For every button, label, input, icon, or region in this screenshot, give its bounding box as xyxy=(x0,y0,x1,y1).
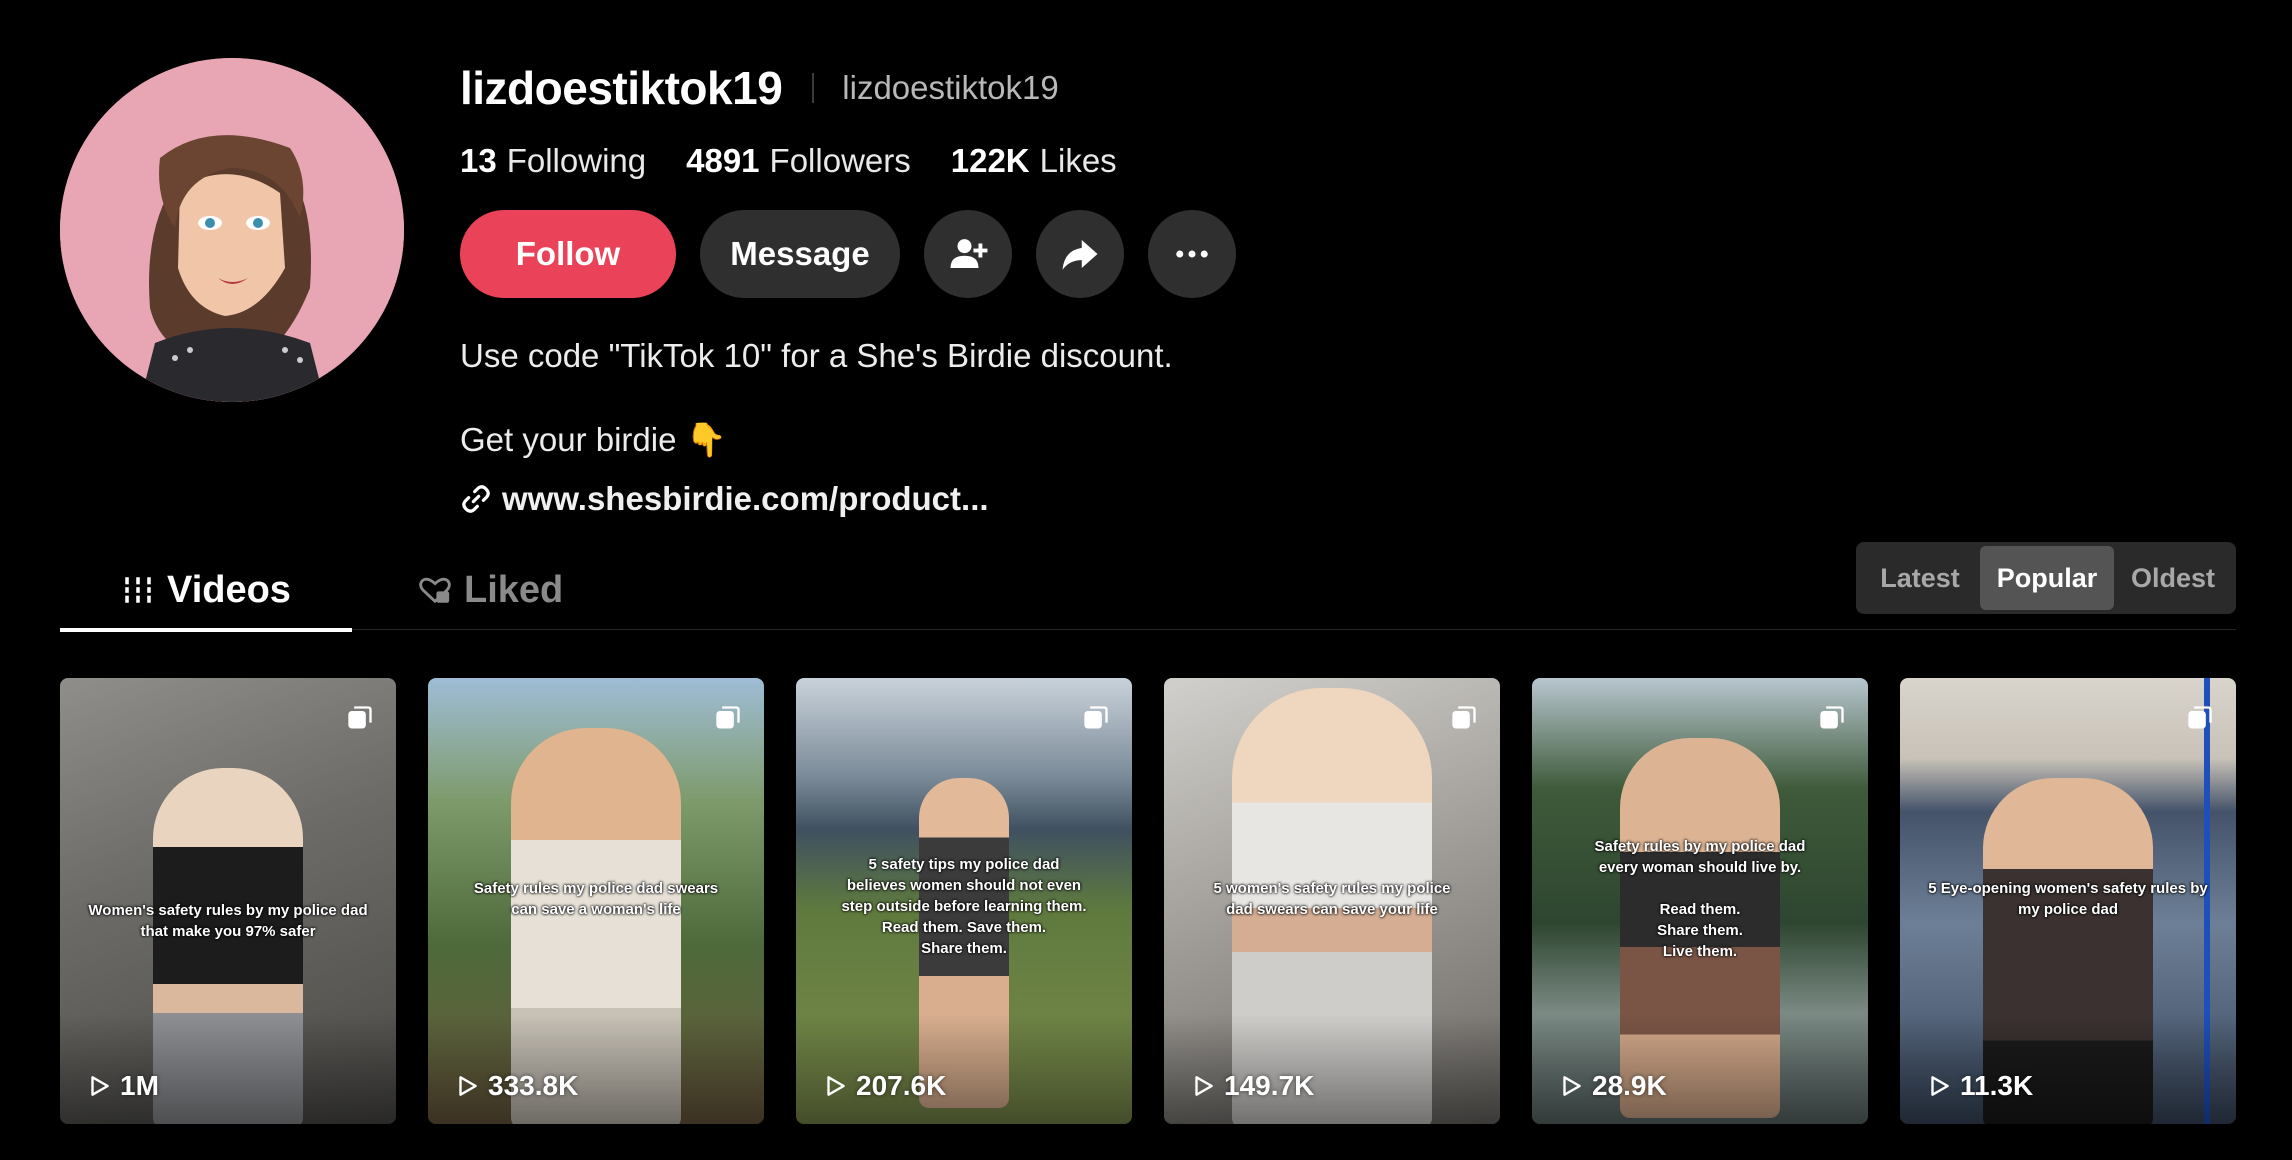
sort-control: Latest Popular Oldest xyxy=(1856,542,2236,614)
username: lizdoestiktok19 xyxy=(460,62,783,114)
grid-lines-icon xyxy=(122,577,154,603)
thumbnail-shade xyxy=(1164,1014,1500,1124)
more-button[interactable] xyxy=(1148,210,1236,298)
tab-liked-label: Liked xyxy=(464,568,564,611)
tab-videos[interactable]: Videos xyxy=(60,550,352,632)
sort-popular[interactable]: Popular xyxy=(1980,546,2114,610)
multi-photo-icon xyxy=(716,706,740,729)
likes-label: Likes xyxy=(1039,142,1117,179)
thumbnail-shade xyxy=(1532,1014,1868,1124)
multi-photo-icon xyxy=(1084,706,1108,729)
avatar-illustration xyxy=(60,58,404,402)
view-count-text: 1M xyxy=(120,1070,159,1101)
add-person-icon xyxy=(950,239,988,268)
followers-label: Followers xyxy=(769,142,911,179)
profile-stats: 13 Following 4891 Followers 122K Likes xyxy=(460,142,2160,180)
view-count-text: 149.7K xyxy=(1224,1070,1315,1101)
followers-count: 4891 xyxy=(686,142,760,179)
video-card[interactable]: Safety rules by my police dad every woma… xyxy=(1532,678,1868,1124)
add-friend-button[interactable] xyxy=(924,210,1012,298)
play-outline-icon xyxy=(91,1076,109,1096)
view-count: 28.9K xyxy=(1558,1070,1667,1102)
play-outline-icon xyxy=(1931,1076,1949,1096)
video-card[interactable]: 5 safety tips my police dad believes wom… xyxy=(796,678,1132,1124)
multi-photo-icon xyxy=(348,706,372,729)
bio-line-2: Get your birdie 👇 xyxy=(460,421,727,458)
share-arrow-icon xyxy=(1062,240,1098,270)
link-icon xyxy=(462,485,490,513)
view-count: 1M xyxy=(86,1070,159,1102)
followers-stat[interactable]: 4891 Followers xyxy=(686,142,911,180)
view-count-text: 11.3K xyxy=(1960,1070,2034,1101)
video-card[interactable]: Safety rules my police dad swears can sa… xyxy=(428,678,764,1124)
view-count: 333.8K xyxy=(454,1070,578,1102)
tab-liked[interactable]: Liked xyxy=(418,550,563,630)
play-outline-icon xyxy=(1195,1076,1213,1096)
thumbnail-shade xyxy=(60,1014,396,1124)
name-row: lizdoestiktok19 lizdoestiktok19 xyxy=(460,56,2160,120)
video-caption: 5 safety tips my police dad believes wom… xyxy=(841,856,1087,957)
profile-info: lizdoestiktok19 lizdoestiktok19 13 Follow… xyxy=(460,56,2160,518)
name-divider xyxy=(812,73,815,103)
bio-link-text: www.shesbirdie.com/product... xyxy=(502,480,989,517)
following-label: Following xyxy=(506,142,647,179)
video-caption: Women's safety rules by my police dad th… xyxy=(88,902,368,940)
sort-latest[interactable]: Latest xyxy=(1860,546,1980,610)
view-count: 149.7K xyxy=(1190,1070,1314,1102)
heart-lock-icon xyxy=(419,577,451,604)
video-card[interactable]: 5 women's safety rules my police dad swe… xyxy=(1164,678,1500,1124)
tab-videos-label: Videos xyxy=(167,568,291,611)
profile-avatar[interactable] xyxy=(60,58,404,402)
video-caption: Safety rules by my police dad every woma… xyxy=(1594,838,1806,960)
likes-count: 122K xyxy=(950,142,1030,179)
view-count: 207.6K xyxy=(822,1070,946,1102)
following-stat[interactable]: 13 Following xyxy=(460,142,646,180)
bio-link[interactable]: www.shesbirdie.com/product... xyxy=(460,480,2160,518)
video-caption: 5 Eye-opening women's safety rules by my… xyxy=(1928,880,2208,918)
follow-button[interactable]: Follow xyxy=(460,210,676,298)
profile-bio: Use code "TikTok 10" for a She's Birdie … xyxy=(460,334,2160,462)
likes-stat: 122K Likes xyxy=(951,142,1117,180)
bio-line-1: Use code "TikTok 10" for a She's Birdie … xyxy=(460,337,1173,374)
sort-oldest[interactable]: Oldest xyxy=(2114,546,2232,610)
play-outline-icon xyxy=(459,1076,477,1096)
video-grid: Women's safety rules by my police dad th… xyxy=(60,678,2236,1124)
profile-actions: Follow Message xyxy=(460,210,2160,298)
view-count: 11.3K xyxy=(1926,1070,2033,1102)
share-button[interactable] xyxy=(1036,210,1124,298)
thumbnail-shade xyxy=(796,1014,1132,1124)
view-count-text: 333.8K xyxy=(488,1070,579,1101)
video-caption: Safety rules my police dad swears can sa… xyxy=(473,880,719,918)
multi-photo-icon xyxy=(1452,706,1476,729)
thumbnail-shade xyxy=(1900,1014,2236,1124)
view-count-text: 207.6K xyxy=(856,1070,947,1101)
following-count: 13 xyxy=(460,142,497,179)
play-outline-icon xyxy=(827,1076,845,1096)
nickname: lizdoestiktok19 xyxy=(842,69,1059,106)
video-caption: 5 women's safety rules my police dad swe… xyxy=(1213,880,1451,918)
more-dots-icon xyxy=(1176,250,1208,258)
play-outline-icon xyxy=(1563,1076,1581,1096)
video-card[interactable]: 5 Eye-opening women's safety rules by my… xyxy=(1900,678,2236,1124)
thumbnail-shade xyxy=(428,1014,764,1124)
message-button[interactable]: Message xyxy=(700,210,900,298)
multi-photo-icon xyxy=(2188,706,2212,729)
video-card[interactable]: Women's safety rules by my police dad th… xyxy=(60,678,396,1124)
multi-photo-icon xyxy=(1820,706,1844,729)
view-count-text: 28.9K xyxy=(1592,1070,1667,1101)
